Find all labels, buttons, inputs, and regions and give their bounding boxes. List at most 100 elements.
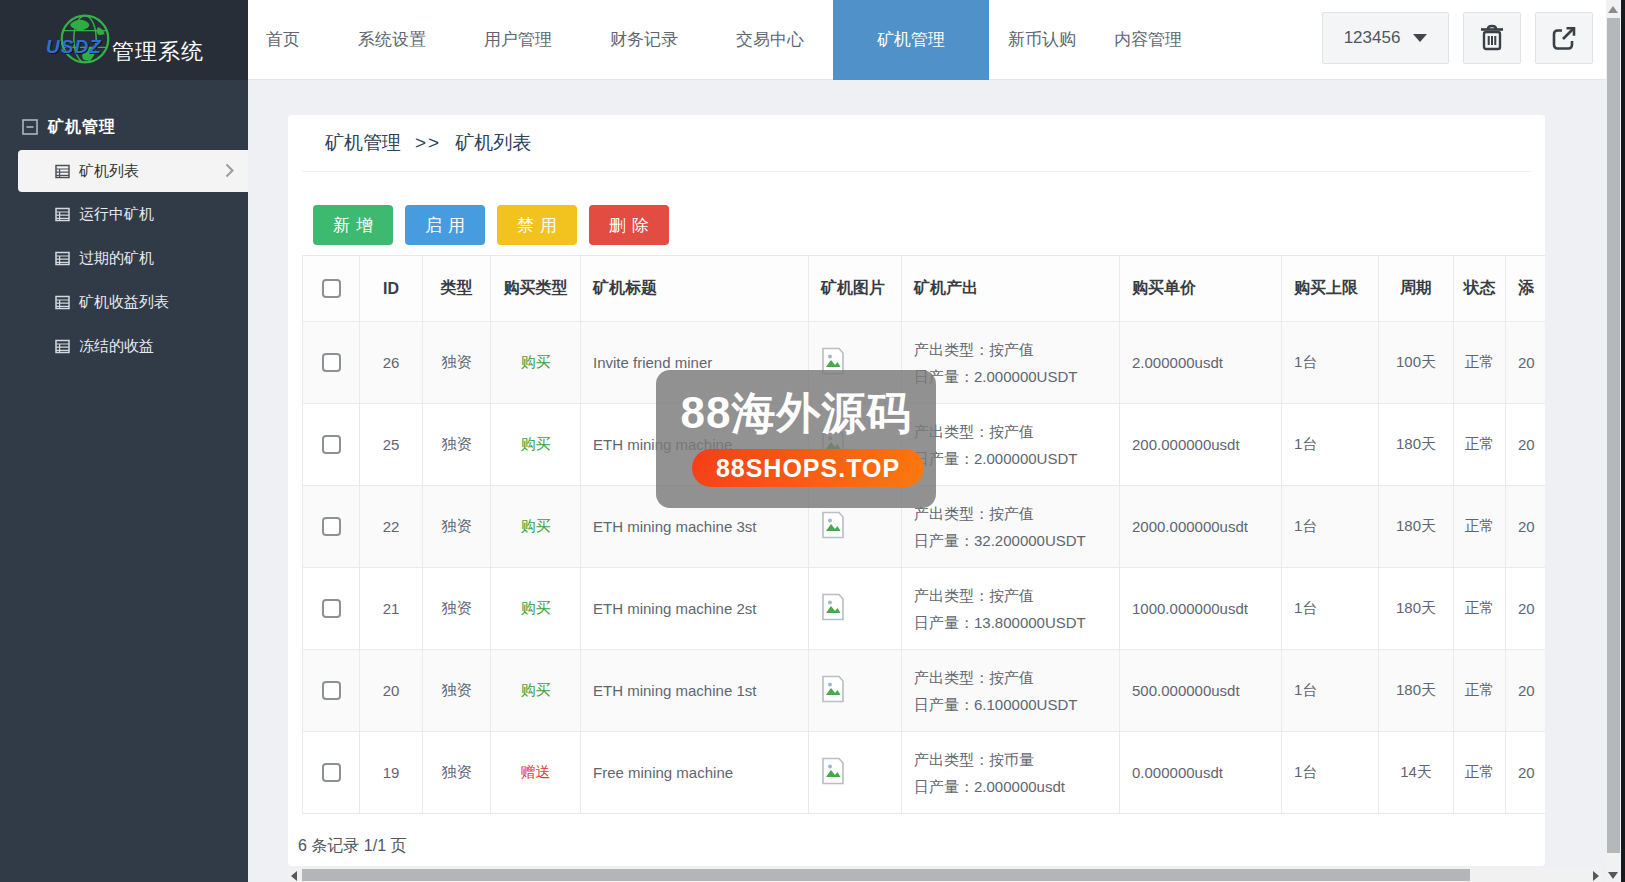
nav-item-new-coin[interactable]: 新币认购 <box>989 0 1095 80</box>
miner-table: ID 类型 购买类型 矿机标题 矿机图片 矿机产出 购买单价 购买上限 周期 状… <box>302 255 1545 814</box>
col-type: 类型 <box>423 256 491 322</box>
row-checkbox[interactable] <box>322 763 341 782</box>
cell-added: 20 <box>1506 732 1546 814</box>
user-dropdown[interactable]: 123456 <box>1322 12 1449 64</box>
records-summary: 6 条记录 1/1 页 <box>298 836 1545 857</box>
sidebar-item-frozen-earnings[interactable]: 冻结的收益 <box>0 324 248 368</box>
scroll-down-arrow-icon[interactable] <box>1608 872 1618 879</box>
list-icon <box>55 339 70 354</box>
cell-buy-type: 购买 <box>491 650 581 732</box>
scroll-left-arrow-icon[interactable] <box>291 871 297 881</box>
nav-item-content-management[interactable]: 内容管理 <box>1095 0 1201 80</box>
watermark-badge: 88SHOPS.TOP <box>692 449 924 487</box>
row-checkbox[interactable] <box>322 435 341 454</box>
row-checkbox[interactable] <box>322 517 341 536</box>
scroll-up-arrow-icon[interactable] <box>1608 6 1618 13</box>
cell-status: 正常 <box>1454 568 1506 650</box>
table-row: 21 独资 购买 ETH mining machine 2st 产出类型：按产值… <box>303 568 1546 650</box>
sidebar-item-running-miners[interactable]: 运行中矿机 <box>0 192 248 236</box>
cell-id: 21 <box>360 568 423 650</box>
caret-down-icon <box>1413 34 1427 42</box>
col-output: 矿机产出 <box>902 256 1120 322</box>
broken-image-icon <box>821 675 845 703</box>
watermark-title: 88海外源码 <box>656 384 936 443</box>
disable-button[interactable]: 禁用 <box>497 205 577 245</box>
cell-output: 产出类型：按产值 日产量：13.800000USDT <box>902 568 1120 650</box>
breadcrumb-current: 矿机列表 <box>455 130 531 156</box>
broken-image-icon <box>821 511 845 539</box>
col-buy-type: 购买类型 <box>491 256 581 322</box>
vertical-scrollbar[interactable] <box>1606 0 1621 882</box>
cell-image <box>809 650 902 732</box>
horizontal-scrollbar[interactable] <box>288 868 1602 882</box>
cell-period: 100天 <box>1379 322 1454 404</box>
collapse-icon <box>22 119 38 135</box>
cell-type: 独资 <box>423 650 491 732</box>
cell-limit: 1台 <box>1282 568 1379 650</box>
sidebar-item-label: 矿机列表 <box>79 162 139 181</box>
row-checkbox[interactable] <box>322 599 341 618</box>
cell-limit: 1台 <box>1282 486 1379 568</box>
logo-block: USDZ 管理系统 <box>0 0 248 80</box>
cell-status: 正常 <box>1454 486 1506 568</box>
table-row: 20 独资 购买 ETH mining machine 1st 产出类型：按产值… <box>303 650 1546 732</box>
cell-type: 独资 <box>423 404 491 486</box>
cell-limit: 1台 <box>1282 322 1379 404</box>
cell-buy-type: 购买 <box>491 404 581 486</box>
cell-buy-type: 购买 <box>491 322 581 404</box>
col-id: ID <box>360 256 423 322</box>
miner-table-wrap: ID 类型 购买类型 矿机标题 矿机图片 矿机产出 购买单价 购买上限 周期 状… <box>302 255 1545 814</box>
table-row: 19 独资 赠送 Free mining machine 产出类型：按币量 日产… <box>303 732 1546 814</box>
cell-title: Free mining machine <box>581 732 809 814</box>
nav-item-user-management[interactable]: 用户管理 <box>455 0 581 80</box>
cell-id: 25 <box>360 404 423 486</box>
select-all-checkbox[interactable] <box>322 279 341 298</box>
delete-button[interactable]: 删除 <box>589 205 669 245</box>
cell-limit: 1台 <box>1282 732 1379 814</box>
logo-text: USDZ <box>46 36 102 58</box>
list-icon <box>55 295 70 310</box>
cell-buy-type: 购买 <box>491 486 581 568</box>
cell-type: 独资 <box>423 486 491 568</box>
table-header-row: ID 类型 购买类型 矿机标题 矿机图片 矿机产出 购买单价 购买上限 周期 状… <box>303 256 1546 322</box>
share-button[interactable] <box>1535 12 1593 64</box>
trash-button[interactable] <box>1463 12 1521 64</box>
nav-item-trade-center[interactable]: 交易中心 <box>707 0 833 80</box>
sidebar-section-miner-management[interactable]: 矿机管理 <box>0 80 248 142</box>
col-status: 状态 <box>1454 256 1506 322</box>
horizontal-scroll-thumb[interactable] <box>302 869 1470 881</box>
nav-item-miner-management[interactable]: 矿机管理 <box>833 0 989 80</box>
nav-item-home[interactable]: 首页 <box>248 0 329 80</box>
cell-price: 2000.000000usdt <box>1120 486 1282 568</box>
share-icon <box>1550 24 1578 52</box>
cell-period: 180天 <box>1379 568 1454 650</box>
cell-price: 500.000000usdt <box>1120 650 1282 732</box>
sidebar-item-label: 矿机收益列表 <box>79 293 169 312</box>
cell-type: 独资 <box>423 732 491 814</box>
cell-title: ETH mining machine 1st <box>581 650 809 732</box>
cell-period: 180天 <box>1379 650 1454 732</box>
cell-added: 20 <box>1506 650 1546 732</box>
breadcrumb-parent[interactable]: 矿机管理 <box>325 130 401 156</box>
nav-item-finance-records[interactable]: 财务记录 <box>581 0 707 80</box>
cell-buy-type: 赠送 <box>491 732 581 814</box>
col-period: 周期 <box>1379 256 1454 322</box>
vertical-scroll-thumb[interactable] <box>1607 18 1620 853</box>
add-button[interactable]: 新增 <box>313 205 393 245</box>
enable-button[interactable]: 启用 <box>405 205 485 245</box>
nav-item-system-settings[interactable]: 系统设置 <box>329 0 455 80</box>
row-checkbox[interactable] <box>322 353 341 372</box>
sidebar-item-miner-list[interactable]: 矿机列表 <box>18 150 248 192</box>
top-nav-menu: 首页 系统设置 用户管理 财务记录 交易中心 矿机管理 新币认购 内容管理 <box>248 0 1201 80</box>
cell-image <box>809 568 902 650</box>
list-icon <box>55 164 70 179</box>
cell-id: 19 <box>360 732 423 814</box>
cell-status: 正常 <box>1454 404 1506 486</box>
cell-price: 0.000000usdt <box>1120 732 1282 814</box>
sidebar-item-expired-miners[interactable]: 过期的矿机 <box>0 236 248 280</box>
scroll-right-arrow-icon[interactable] <box>1593 871 1599 881</box>
cell-type: 独资 <box>423 322 491 404</box>
row-checkbox[interactable] <box>322 681 341 700</box>
cell-status: 正常 <box>1454 732 1506 814</box>
sidebar-item-miner-earnings[interactable]: 矿机收益列表 <box>0 280 248 324</box>
